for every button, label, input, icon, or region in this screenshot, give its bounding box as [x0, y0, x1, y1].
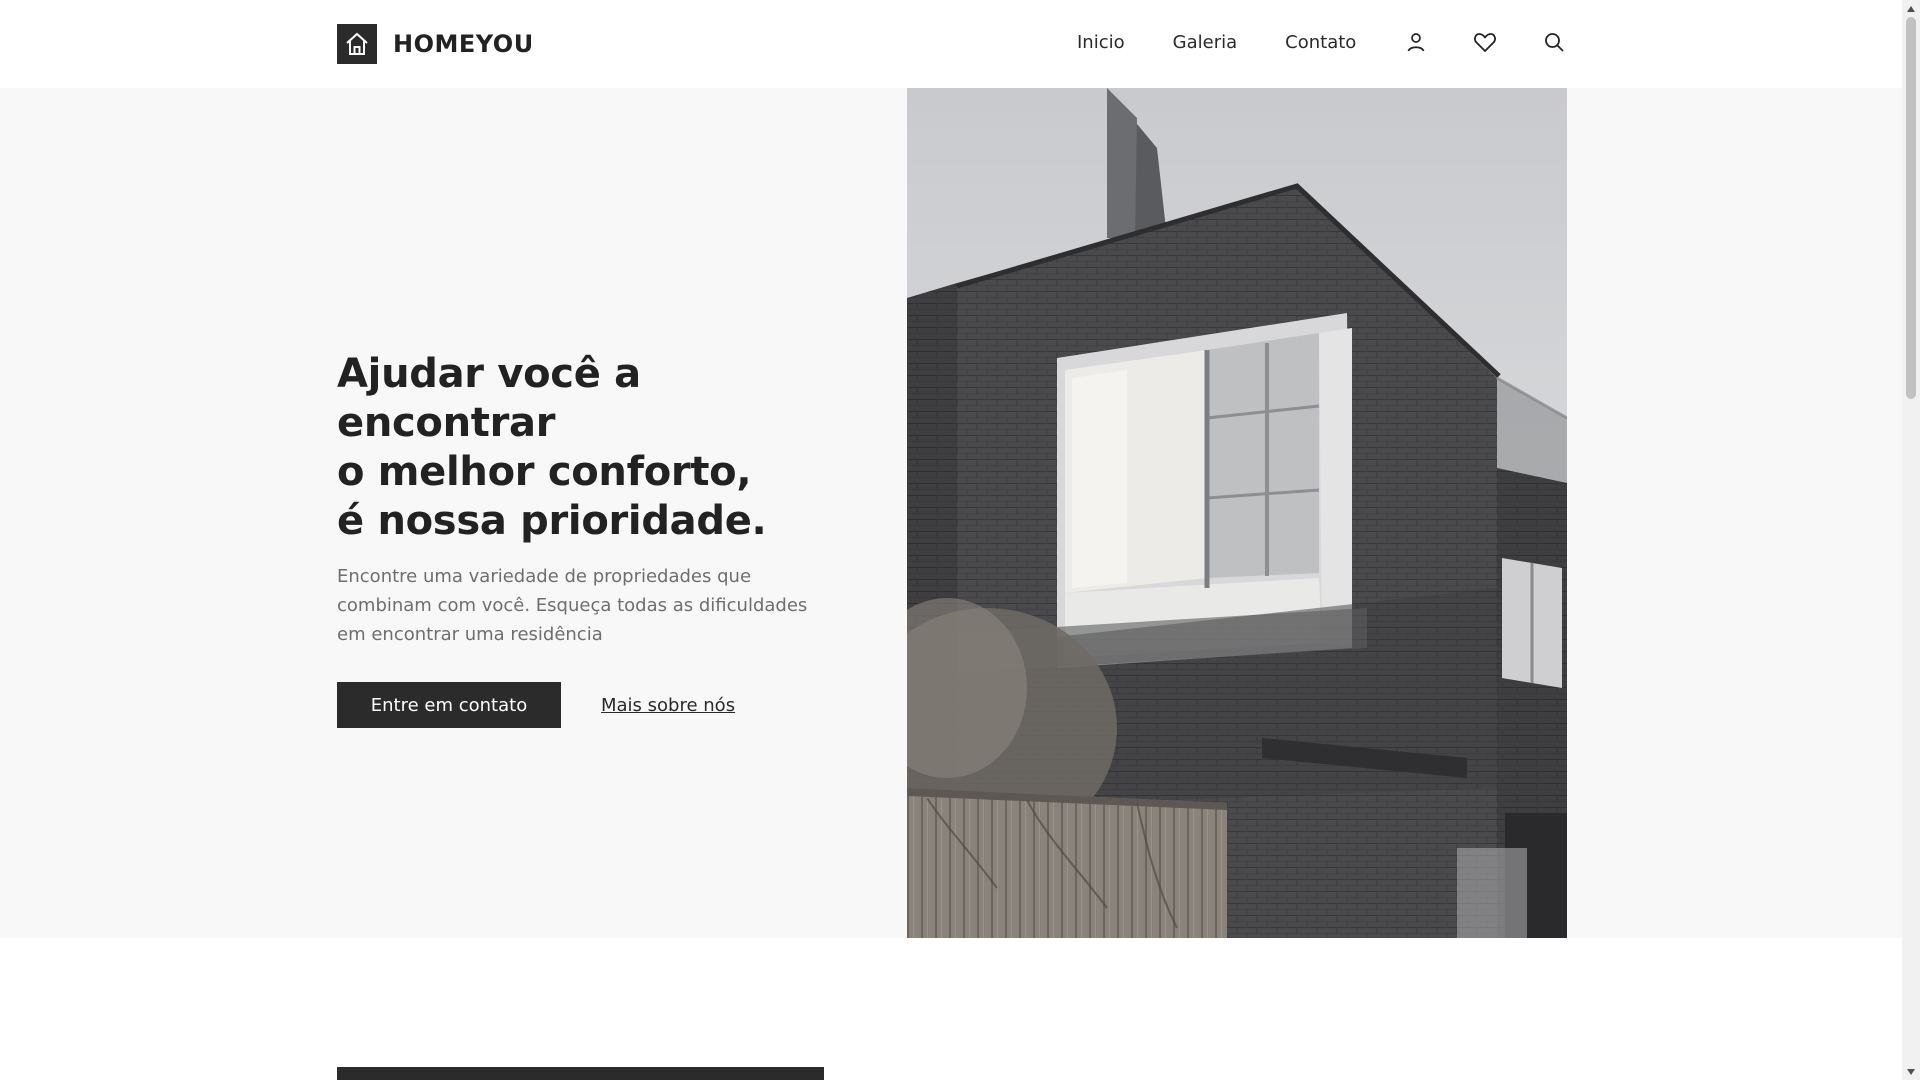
- scrollbar[interactable]: [1902, 0, 1920, 1080]
- nav-link-galeria[interactable]: Galeria: [1173, 32, 1238, 53]
- scroll-up-icon[interactable]: [1902, 0, 1920, 17]
- brand-name: HOMEYOU: [393, 30, 534, 58]
- hero-title: Ajudar você a encontrar o melhor confort…: [337, 351, 767, 544]
- brand-logo[interactable]: HOMEYOU: [337, 24, 534, 64]
- nav-link-inicio[interactable]: Inicio: [1077, 32, 1125, 53]
- user-icon[interactable]: [1404, 30, 1428, 54]
- search-icon[interactable]: [1542, 30, 1566, 54]
- hero-section: Ajudar você a encontrar o melhor confort…: [0, 88, 1902, 938]
- house-photo: [907, 88, 1567, 938]
- site-header: HOMEYOU Inicio Galeria Contato: [0, 0, 1902, 88]
- main-nav: Inicio Galeria Contato: [1077, 30, 1566, 54]
- hero-description: Encontre uma variedade de propriedades q…: [337, 566, 808, 645]
- contact-button[interactable]: Entre em contato: [337, 682, 561, 728]
- about-link[interactable]: Mais sobre nós: [601, 695, 735, 716]
- scroll-down-icon[interactable]: [1902, 1063, 1920, 1080]
- nav-link-contato[interactable]: Contato: [1285, 32, 1356, 53]
- section-bar: [337, 1067, 824, 1080]
- page: HOMEYOU Inicio Galeria Contato Ajudar vo…: [0, 0, 1920, 1080]
- house-icon: [337, 24, 377, 64]
- hero-text: Ajudar você a encontrar o melhor confort…: [337, 350, 857, 728]
- scroll-thumb[interactable]: [1906, 17, 1916, 399]
- hero-actions: Entre em contato Mais sobre nós: [337, 682, 857, 728]
- heart-icon[interactable]: [1473, 30, 1497, 54]
